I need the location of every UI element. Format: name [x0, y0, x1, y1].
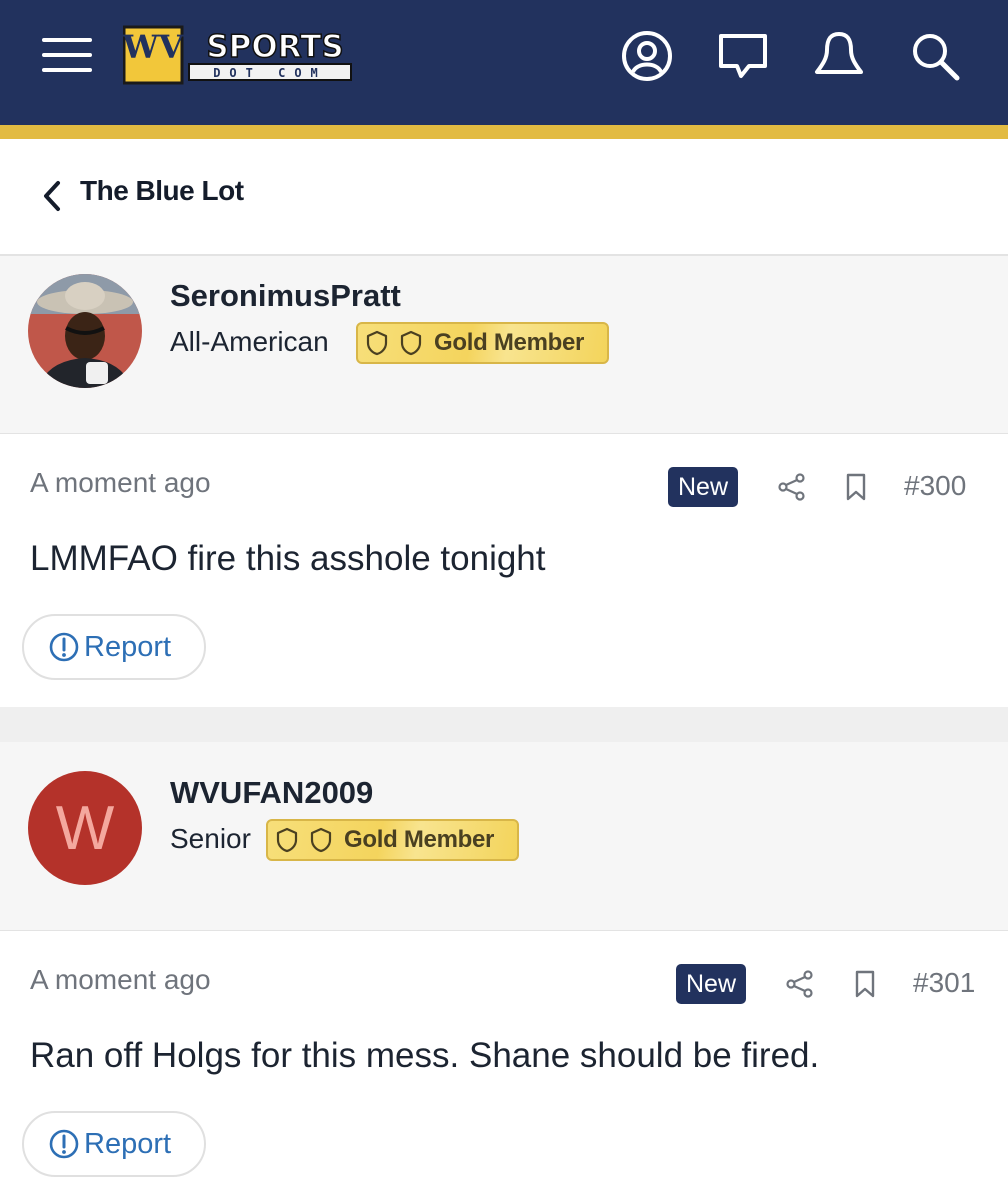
- logo-title: SPORTS: [206, 29, 343, 65]
- post-body: A moment ago New #300 LMMFAO fire this a…: [0, 434, 1008, 707]
- badge-label: Gold Member: [434, 329, 585, 356]
- post-content: LMMFAO fire this asshole tonight: [30, 539, 546, 578]
- post-timestamp: A moment ago: [30, 964, 211, 995]
- account-icon[interactable]: [619, 28, 675, 84]
- report-label: Report: [84, 630, 172, 663]
- alert-circle-icon: [49, 1129, 79, 1159]
- shield-icon: [276, 827, 298, 853]
- report-button[interactable]: Report: [22, 1111, 206, 1177]
- breadcrumb: The Blue Lot: [0, 139, 1008, 256]
- user-rank: Senior: [170, 823, 251, 854]
- bookmark-icon[interactable]: [841, 472, 871, 502]
- menu-icon[interactable]: [42, 38, 92, 74]
- shield-icon: [400, 330, 422, 356]
- site-logo[interactable]: WV SPORTS DOT COM: [122, 24, 355, 86]
- search-icon[interactable]: [907, 28, 963, 84]
- post-content: Ran off Holgs for this mess. Shane shoul…: [30, 1036, 820, 1075]
- alerts-icon[interactable]: [811, 28, 867, 84]
- post-number[interactable]: #300: [904, 470, 966, 502]
- post-author-header: W WVUFAN2009 Senior Gold Member: [0, 742, 1008, 932]
- report-label: Report: [84, 1127, 172, 1160]
- logo-subtitle: DOT COM: [213, 66, 327, 80]
- avatar-initial: W: [55, 793, 115, 863]
- bookmark-icon[interactable]: [850, 969, 880, 999]
- top-nav-bar: WV SPORTS DOT COM: [0, 0, 1008, 139]
- new-badge: New: [668, 467, 739, 507]
- user-rank: All-American: [170, 326, 329, 357]
- alert-circle-icon: [49, 632, 79, 662]
- avatar[interactable]: W: [28, 771, 142, 885]
- messages-icon[interactable]: [715, 28, 771, 84]
- forum-back-link[interactable]: The Blue Lot: [80, 175, 244, 207]
- report-button[interactable]: Report: [22, 614, 206, 680]
- gold-member-badge: Gold Member: [356, 322, 609, 364]
- badge-label: Gold Member: [344, 826, 495, 853]
- post-body: A moment ago New #301 Ran off Holgs for …: [0, 931, 1008, 1200]
- new-badge: New: [676, 964, 747, 1004]
- share-icon[interactable]: [785, 969, 815, 999]
- post-number[interactable]: #301: [913, 967, 975, 999]
- share-icon[interactable]: [777, 472, 807, 502]
- post-author-header: SeronimusPratt All-American Gold Member: [0, 256, 1008, 435]
- logo-letters: WV: [123, 28, 185, 66]
- gold-member-badge: Gold Member: [266, 819, 519, 861]
- chevron-left-icon[interactable]: [40, 177, 64, 215]
- post-timestamp: A moment ago: [30, 467, 211, 498]
- username[interactable]: SeronimusPratt: [170, 278, 401, 314]
- shield-icon: [310, 827, 332, 853]
- avatar[interactable]: [28, 274, 142, 388]
- shield-icon: [366, 330, 388, 356]
- username[interactable]: WVUFAN2009: [170, 775, 373, 811]
